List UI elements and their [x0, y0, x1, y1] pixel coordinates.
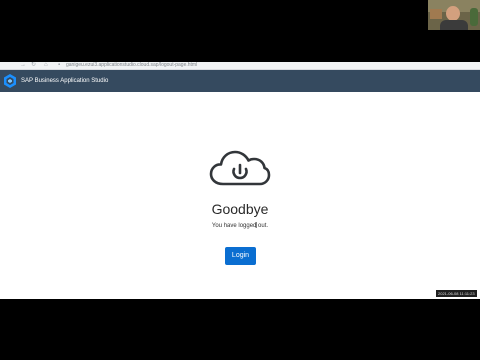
lock-icon: ▪ [58, 62, 61, 68]
page-title: Goodbye [211, 201, 269, 217]
cloud-power-icon [209, 150, 271, 186]
logout-panel: Goodbye You have logged out. I Login [0, 92, 480, 299]
video-frame: → ↻ ⌂ ▪ ganigeu.ezui3.applicationstudio.… [0, 0, 480, 360]
browser-screen: → ↻ ⌂ ▪ ganigeu.ezui3.applicationstudio.… [0, 62, 480, 299]
browser-address-bar[interactable]: → ↻ ⌂ ▪ ganigeu.ezui3.applicationstudio.… [0, 62, 480, 70]
webcam-person-head [446, 6, 460, 21]
app-title: SAP Business Application Studio [21, 78, 109, 84]
app-logo-icon [4, 74, 16, 88]
url-text[interactable]: ganigeu.ezui3.applicationstudio.cloud.sa… [66, 62, 197, 69]
recording-timestamp: 2021-06-08 11:11:23 [436, 290, 477, 297]
reload-icon[interactable]: ↻ [31, 62, 36, 69]
webcam-overlay [428, 0, 480, 30]
login-button[interactable]: Login [225, 247, 256, 265]
webcam-plant [470, 8, 478, 26]
webcam-shelf [430, 9, 442, 19]
home-icon[interactable]: ⌂ [44, 62, 48, 69]
webcam-person-body [440, 20, 468, 30]
forward-icon[interactable]: → [20, 62, 26, 69]
logout-message: You have logged out. [211, 223, 269, 229]
app-header: SAP Business Application Studio [0, 70, 480, 92]
text-cursor-icon: I [255, 221, 258, 230]
